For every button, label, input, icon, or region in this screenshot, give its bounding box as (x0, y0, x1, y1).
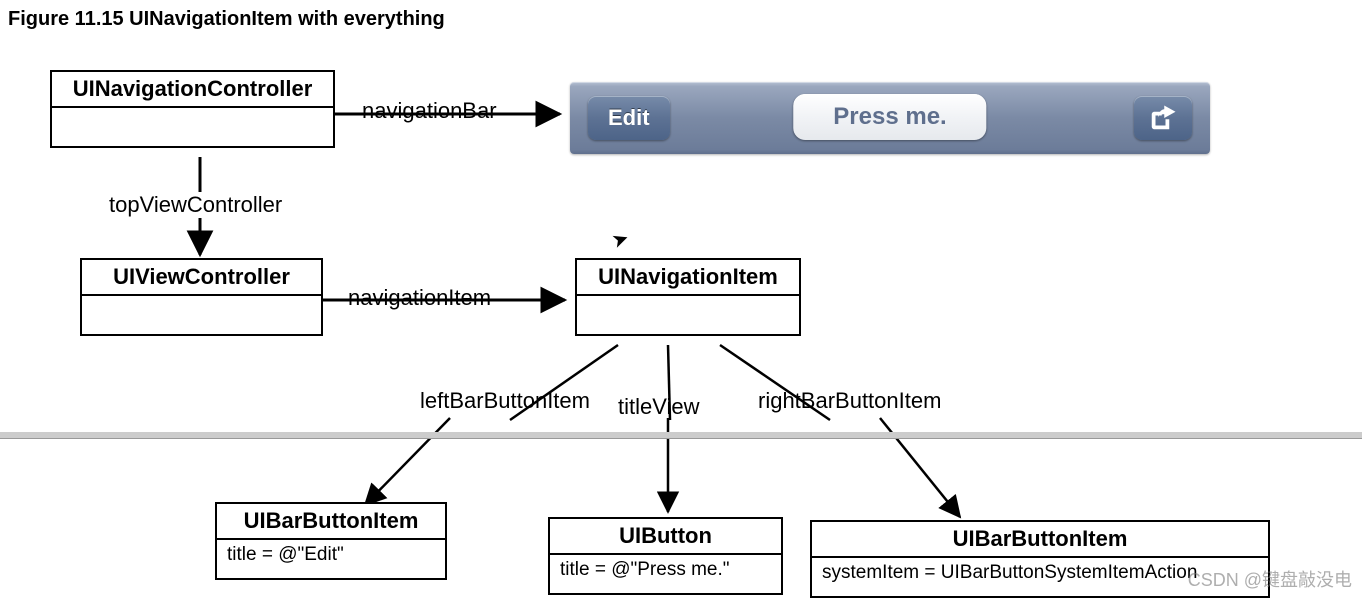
box-header: UINavigationController (52, 72, 333, 108)
watermark: CSDN @键盘敲没电 (1188, 566, 1352, 592)
box-body (82, 296, 321, 334)
box-uinavigationcontroller: UINavigationController (50, 70, 335, 148)
figure-title: Figure 11.15 UINavigationItem with every… (8, 8, 445, 31)
box-header: UIViewController (82, 260, 321, 296)
section-divider-shadow (0, 438, 1362, 439)
titleview-button-label: Press me. (833, 103, 946, 131)
box-uibutton: UIButton title = @"Press me." (548, 517, 783, 595)
label-rightbarbuttonitem: rightBarButtonItem (758, 388, 941, 414)
label-leftbarbuttonitem: leftBarButtonItem (420, 388, 590, 414)
edit-button[interactable]: Edit (588, 96, 670, 140)
box-body: title = @"Press me." (550, 555, 781, 593)
diagram-canvas: Figure 11.15 UINavigationItem with every… (0, 0, 1362, 600)
label-navigationitem: navigationItem (348, 285, 491, 311)
cursor-icon: ➤ (608, 225, 632, 254)
box-header: UIButton (550, 519, 781, 555)
box-header: UINavigationItem (577, 260, 799, 296)
share-action-icon (1148, 103, 1178, 133)
box-body (52, 108, 333, 146)
box-body (577, 296, 799, 334)
box-uibarbuttonitem-left: UIBarButtonItem title = @"Edit" (215, 502, 447, 580)
label-topviewcontroller: topViewController (105, 192, 286, 218)
box-body: title = @"Edit" (217, 540, 445, 578)
box-uiviewcontroller: UIViewController (80, 258, 323, 336)
box-uinavigationitem: UINavigationItem (575, 258, 801, 336)
edit-button-label: Edit (608, 105, 650, 131)
titleview-button[interactable]: Press me. (793, 94, 986, 140)
label-navigationbar: navigationBar (362, 98, 497, 124)
box-header: UIBarButtonItem (812, 522, 1268, 558)
navbar-mock: Edit Press me. (570, 82, 1210, 154)
action-button[interactable] (1134, 96, 1192, 140)
label-titleview: titleView (618, 394, 700, 420)
box-header: UIBarButtonItem (217, 504, 445, 540)
